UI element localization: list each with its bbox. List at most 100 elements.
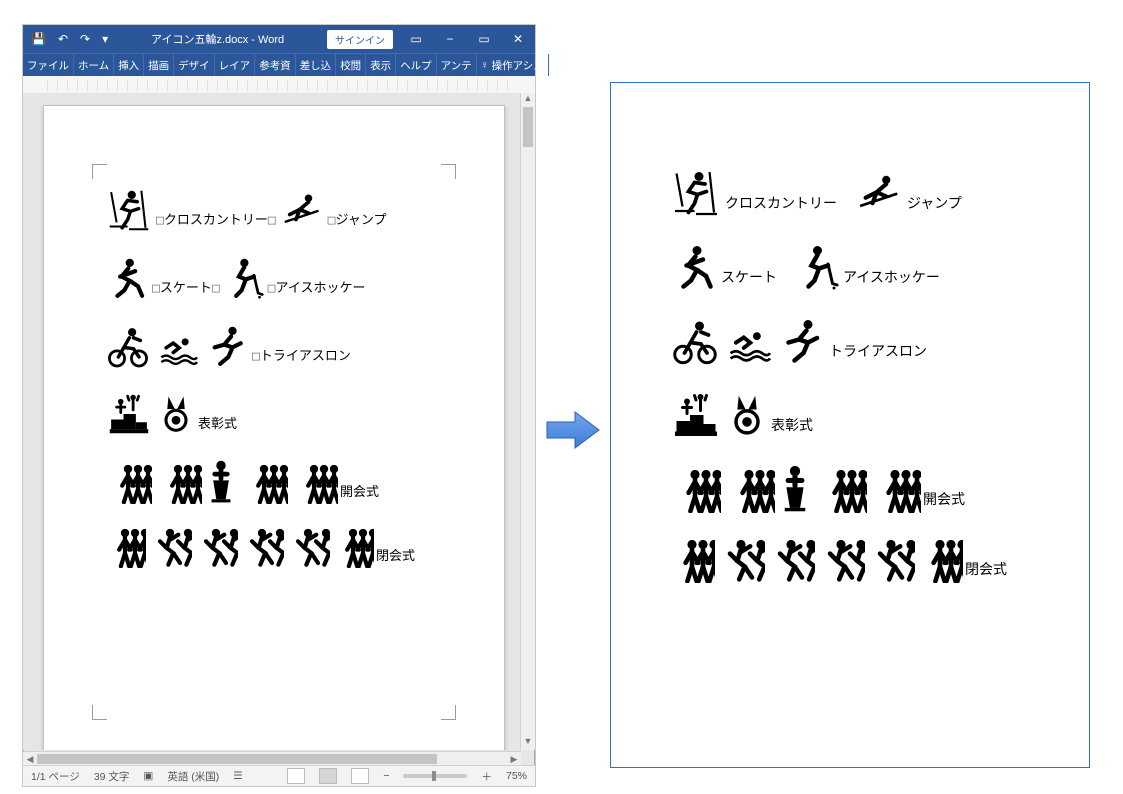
content-row: 閉会式 xyxy=(104,528,454,568)
minimize-button[interactable]: − xyxy=(433,25,467,53)
label-skate: スケート xyxy=(160,277,212,300)
word-window: 💾 ↶ ↷ ▾ アイコン五輪z.docx - Word サインイン ▭ − ▭ … xyxy=(22,24,536,787)
save-icon[interactable]: 💾 xyxy=(31,32,46,46)
scroll-thumb[interactable] xyxy=(37,754,437,764)
share-label: 共有 xyxy=(565,58,586,73)
tab-draw[interactable]: 描画 xyxy=(144,54,174,76)
cycling-icon xyxy=(669,317,721,365)
view-read-mode-icon[interactable] xyxy=(287,768,305,784)
tab-home[interactable]: ホーム xyxy=(74,54,114,76)
accessibility-icon[interactable]: ☰ xyxy=(233,770,242,782)
tofu-placeholder: □ xyxy=(268,213,276,232)
tell-me[interactable]: ♀ 操作アシス xyxy=(477,54,549,76)
language-indicator-icon: ▣ xyxy=(143,770,153,782)
crop-mark-icon xyxy=(441,705,456,720)
zoom-level[interactable]: 75% xyxy=(506,770,527,782)
crowd-icon xyxy=(669,469,721,513)
content-row: 開会式 xyxy=(669,465,1049,513)
zoom-in-button[interactable]: ＋ xyxy=(481,769,492,784)
view-web-layout-icon[interactable] xyxy=(351,768,369,784)
scroll-right-arrow-icon[interactable]: ▶ xyxy=(507,752,521,766)
tofu-placeholder: □ xyxy=(252,349,260,368)
content-row: 開会式 xyxy=(104,460,454,504)
crop-mark-icon xyxy=(441,164,456,179)
speaker-podium-icon xyxy=(204,460,238,504)
crowd-icon xyxy=(104,464,152,504)
content-row: □ トライアスロン xyxy=(104,324,454,368)
tab-review[interactable]: 校閲 xyxy=(336,54,366,76)
ice-hockey-icon xyxy=(791,243,841,291)
share-button[interactable]: ⇪ 共有 xyxy=(549,54,590,76)
label-jump: ジャンプ xyxy=(907,193,962,217)
dancing-people-icon xyxy=(148,528,192,568)
zoom-out-button[interactable]: − xyxy=(383,770,389,782)
tab-antenna[interactable]: アンテ xyxy=(437,54,477,76)
status-word-count[interactable]: 39 文字 xyxy=(94,769,130,784)
tofu-placeholder: □ xyxy=(152,281,160,300)
view-print-layout-icon[interactable] xyxy=(319,768,337,784)
label-closing: 閉会式 xyxy=(376,545,415,568)
tab-references[interactable]: 参考資 xyxy=(255,54,296,76)
content-row: トライアスロン xyxy=(669,317,1049,365)
ski-jump-icon xyxy=(276,192,326,232)
tell-me-label: 操作アシス xyxy=(492,58,544,73)
content-row: 表彰式 xyxy=(669,391,1049,439)
transform-arrow-icon xyxy=(545,408,601,457)
label-skate: スケート xyxy=(721,267,777,291)
crowd-icon xyxy=(917,539,963,583)
swimming-icon xyxy=(154,330,202,368)
tab-insert[interactable]: 挿入 xyxy=(114,54,144,76)
label-closing: 閉会式 xyxy=(965,559,1007,583)
quick-access-toolbar: 💾 ↶ ↷ ▾ xyxy=(23,32,108,46)
crowd-icon xyxy=(869,469,921,513)
label-cross-country: クロスカントリー xyxy=(725,193,837,217)
tab-mailings[interactable]: 差し込 xyxy=(296,54,337,76)
label-opening: 開会式 xyxy=(340,481,379,504)
tab-help[interactable]: ヘルプ xyxy=(396,54,437,76)
swimming-icon xyxy=(723,323,775,365)
signin-button[interactable]: サインイン xyxy=(327,30,393,49)
label-triathlon: トライアスロン xyxy=(260,345,351,368)
content-row: 表彰式 xyxy=(104,392,454,436)
tab-file[interactable]: ファイル xyxy=(23,54,74,76)
dancing-people-icon xyxy=(717,539,765,583)
tab-layout[interactable]: レイア xyxy=(215,54,256,76)
maximize-button[interactable]: ▭ xyxy=(467,25,501,53)
medal-icon xyxy=(725,391,769,439)
status-language[interactable]: 英語 (米国) xyxy=(167,769,219,784)
running-icon xyxy=(777,317,827,365)
redo-icon[interactable]: ↷ xyxy=(80,32,90,46)
label-award: 表彰式 xyxy=(198,413,237,436)
page-content: □ クロスカントリー □ □ ジャンプ □ スケート □ xyxy=(104,188,454,592)
scroll-thumb[interactable] xyxy=(523,107,533,147)
tab-design[interactable]: デザイ xyxy=(174,54,215,76)
close-button[interactable]: ✕ xyxy=(501,25,535,53)
result-page: クロスカントリー ジャンプ スケート アイスホッケー xyxy=(610,82,1090,768)
scroll-left-arrow-icon[interactable]: ◀ xyxy=(23,752,37,766)
document-page[interactable]: □ クロスカントリー □ □ ジャンプ □ スケート □ xyxy=(43,105,505,750)
lightbulb-icon: ♀ xyxy=(481,59,489,71)
dancing-people-icon xyxy=(194,528,238,568)
zoom-slider[interactable] xyxy=(403,774,467,778)
crowd-icon xyxy=(332,528,374,568)
result-page-content: クロスカントリー ジャンプ スケート アイスホッケー xyxy=(669,169,1049,609)
undo-icon[interactable]: ↶ xyxy=(58,32,68,46)
tofu-placeholder: □ xyxy=(328,213,336,232)
crowd-icon xyxy=(290,464,338,504)
status-page[interactable]: 1/1 ページ xyxy=(31,769,80,784)
document-surface[interactable]: □ クロスカントリー □ □ ジャンプ □ スケート □ xyxy=(23,93,521,750)
ice-hockey-icon xyxy=(220,256,266,300)
cross-country-ski-icon xyxy=(669,169,723,217)
label-opening: 開会式 xyxy=(923,489,965,513)
dancing-people-icon xyxy=(817,539,865,583)
horizontal-scrollbar[interactable]: ◀ ▶ xyxy=(23,751,521,766)
ribbon-display-options-icon[interactable]: ▭ xyxy=(399,25,433,53)
scroll-down-arrow-icon[interactable]: ▼ xyxy=(521,736,535,750)
speed-skate-icon xyxy=(104,256,150,300)
cycling-icon xyxy=(104,324,152,368)
ribbon-tabs: ファイル ホーム 挿入 描画 デザイ レイア 参考資 差し込 校閲 表示 ヘルプ… xyxy=(23,53,535,76)
scroll-up-arrow-icon[interactable]: ▲ xyxy=(521,93,535,107)
tab-view[interactable]: 表示 xyxy=(366,54,396,76)
vertical-scrollbar[interactable]: ▲ ▼ xyxy=(520,93,535,750)
podium-icon xyxy=(669,391,723,439)
